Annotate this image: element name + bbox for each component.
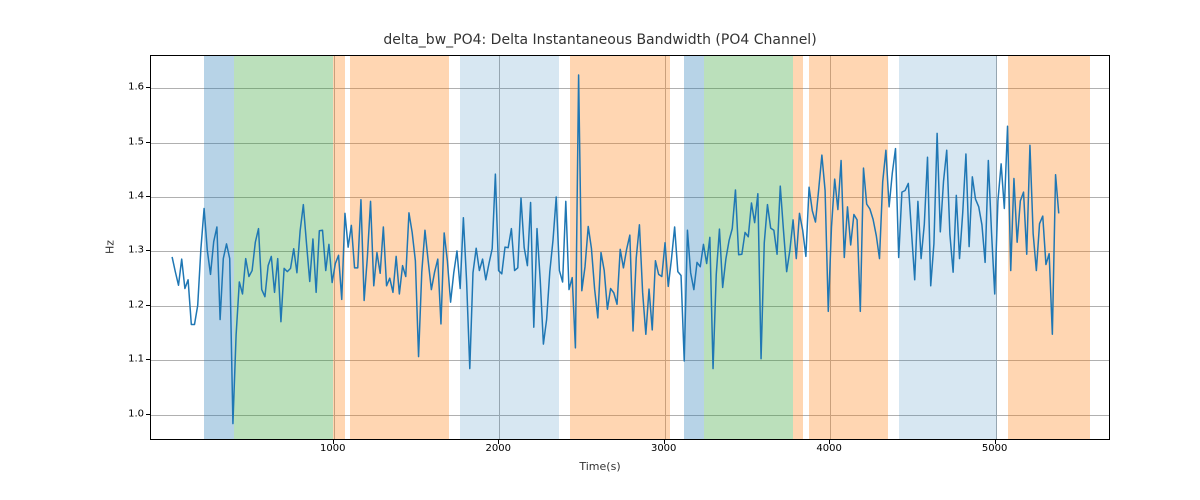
y-tick-mark — [146, 250, 150, 251]
y-tick-label: 1.6 — [128, 82, 144, 93]
y-tick-label: 1.5 — [128, 136, 144, 147]
plot-area — [150, 55, 1110, 440]
x-tick-mark — [995, 440, 996, 444]
x-tick-label: 3000 — [651, 443, 676, 454]
x-tick-mark — [333, 440, 334, 444]
x-tick-label: 1000 — [320, 443, 345, 454]
series-svg — [151, 56, 1109, 439]
y-tick-mark — [146, 142, 150, 143]
x-tick-label: 2000 — [486, 443, 511, 454]
y-tick-mark — [146, 87, 150, 88]
y-tick-label: 1.3 — [128, 245, 144, 256]
y-tick-mark — [146, 196, 150, 197]
y-tick-mark — [146, 414, 150, 415]
x-tick-mark — [664, 440, 665, 444]
y-tick-label: 1.1 — [128, 354, 144, 365]
y-tick-label: 1.0 — [128, 408, 144, 419]
y-tick-label: 1.4 — [128, 191, 144, 202]
x-tick-mark — [498, 440, 499, 444]
y-tick-mark — [146, 305, 150, 306]
y-axis-label: Hz — [104, 240, 117, 254]
x-tick-label: 4000 — [816, 443, 841, 454]
y-tick-label: 1.2 — [128, 299, 144, 310]
x-axis-label: Time(s) — [0, 460, 1200, 473]
y-tick-mark — [146, 359, 150, 360]
x-tick-label: 5000 — [982, 443, 1007, 454]
x-tick-mark — [829, 440, 830, 444]
series-line — [172, 75, 1059, 424]
chart-title: delta_bw_PO4: Delta Instantaneous Bandwi… — [0, 32, 1200, 48]
figure: delta_bw_PO4: Delta Instantaneous Bandwi… — [0, 0, 1200, 500]
